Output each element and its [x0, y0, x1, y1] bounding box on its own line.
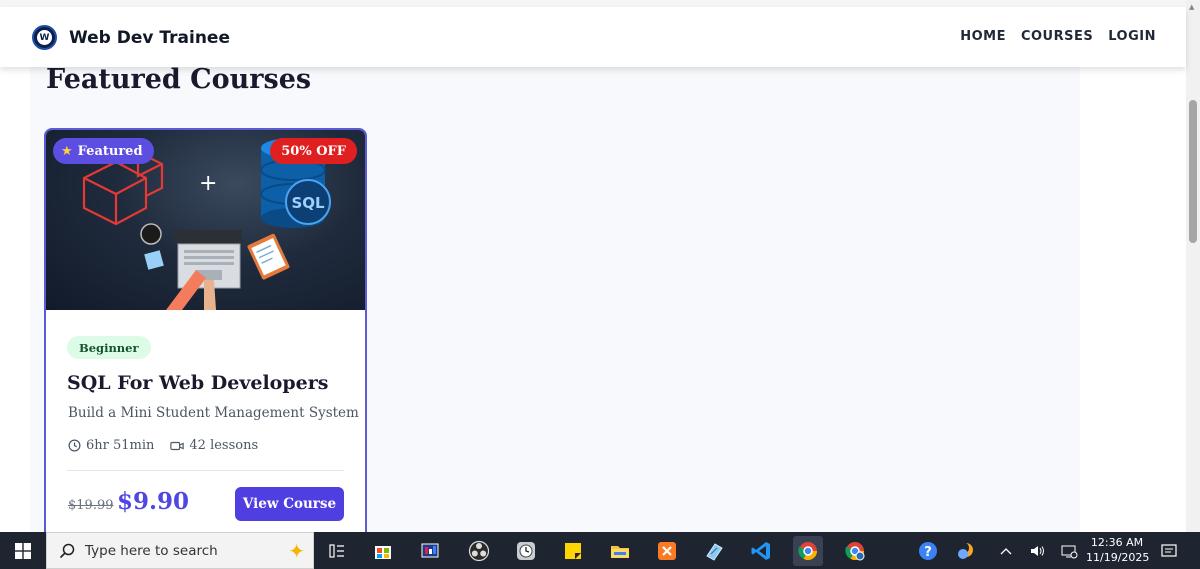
xampp-icon[interactable] [652, 536, 682, 566]
view-course-button[interactable]: View Course [235, 487, 344, 521]
help-icon[interactable]: ? [913, 536, 943, 566]
nav-links: HOME COURSES LOGIN [960, 29, 1156, 44]
start-button[interactable] [0, 532, 46, 569]
brand-name: Web Dev Trainee [69, 27, 230, 48]
nav-home[interactable]: HOME [960, 29, 1006, 44]
star-icon: ★ [61, 143, 73, 159]
chrome-icon[interactable] [793, 536, 823, 566]
video-icon [170, 441, 185, 450]
plus-icon: + [199, 171, 217, 196]
lessons-text: 42 lessons [189, 438, 259, 453]
obs-studio-icon[interactable] [464, 536, 494, 566]
nav-courses[interactable]: COURSES [1021, 29, 1093, 44]
weather-icon[interactable] [950, 536, 980, 566]
search-icon [59, 543, 75, 558]
section-title: Featured Courses [46, 64, 312, 95]
microsoft-store-icon[interactable] [368, 536, 398, 566]
course-subtitle: Build a Mini Student Management System [68, 405, 359, 421]
windows-taskbar: Type here to search ✦ ? 12:36 AM 11/19/2… [0, 532, 1200, 569]
task-view-icon[interactable] [322, 536, 352, 566]
media-app-icon[interactable] [416, 536, 446, 566]
laptop-icon [174, 230, 242, 289]
featured-badge: ★ Featured [53, 138, 154, 164]
search-placeholder: Type here to search [85, 542, 218, 559]
price: $9.90 [117, 488, 190, 515]
old-price: $19.99 [68, 498, 114, 513]
clock-time: 12:36 AM [1090, 536, 1144, 549]
course-thumbnail[interactable]: + SQL ★ Featured 50% OFF [46, 130, 365, 310]
scroll-thumb[interactable] [1189, 100, 1197, 243]
clock-app-icon[interactable] [511, 536, 541, 566]
top-strip [0, 0, 1186, 7]
divider [67, 470, 344, 471]
file-explorer-icon[interactable] [605, 536, 635, 566]
windows-icon [15, 542, 31, 559]
duration: 6hr 51min [68, 438, 154, 453]
discount-badge: 50% OFF [270, 138, 357, 164]
lessons: 42 lessons [170, 438, 258, 453]
svg-text:?: ? [924, 545, 932, 560]
volume-icon[interactable] [1025, 536, 1051, 566]
level-tag: Beginner [67, 336, 151, 359]
featured-label: Featured [77, 143, 143, 159]
chrome-profile-icon[interactable] [840, 536, 870, 566]
site-header: W Web Dev Trainee HOME COURSES LOGIN [0, 7, 1186, 67]
taskbar-search[interactable]: Type here to search ✦ [46, 532, 314, 569]
chevron-up-icon[interactable] [995, 536, 1017, 566]
network-icon[interactable] [1056, 536, 1082, 566]
logo-icon: W [32, 25, 57, 50]
brand-link[interactable]: W Web Dev Trainee [32, 25, 230, 50]
scroll-up-icon[interactable]: ▲ [1189, 3, 1194, 11]
system-clock[interactable]: 12:36 AM 11/19/2025 [1086, 535, 1150, 565]
vscode-icon[interactable] [746, 536, 776, 566]
logo-letter: W [37, 30, 52, 45]
notifications-icon[interactable] [1156, 536, 1182, 566]
page-scrollbar[interactable]: ▲ [1186, 0, 1200, 532]
course-title[interactable]: SQL For Web Developers [67, 372, 328, 394]
sparkle-icon: ✦ [288, 539, 305, 563]
duration-text: 6hr 51min [86, 438, 155, 453]
clock-icon [68, 439, 81, 452]
clock-date: 11/19/2025 [1086, 551, 1150, 564]
sticky-notes-icon[interactable] [558, 536, 588, 566]
browser-viewport: W Web Dev Trainee HOME COURSES LOGIN Fea… [0, 0, 1200, 532]
sql-label: SQL [291, 194, 325, 212]
notepad-icon[interactable] [699, 536, 729, 566]
course-card[interactable]: + SQL ★ Featured 50% OFF Beginner SQL Fo… [44, 128, 367, 532]
nav-login[interactable]: LOGIN [1108, 29, 1156, 44]
course-meta: 6hr 51min 42 lessons [68, 438, 258, 453]
